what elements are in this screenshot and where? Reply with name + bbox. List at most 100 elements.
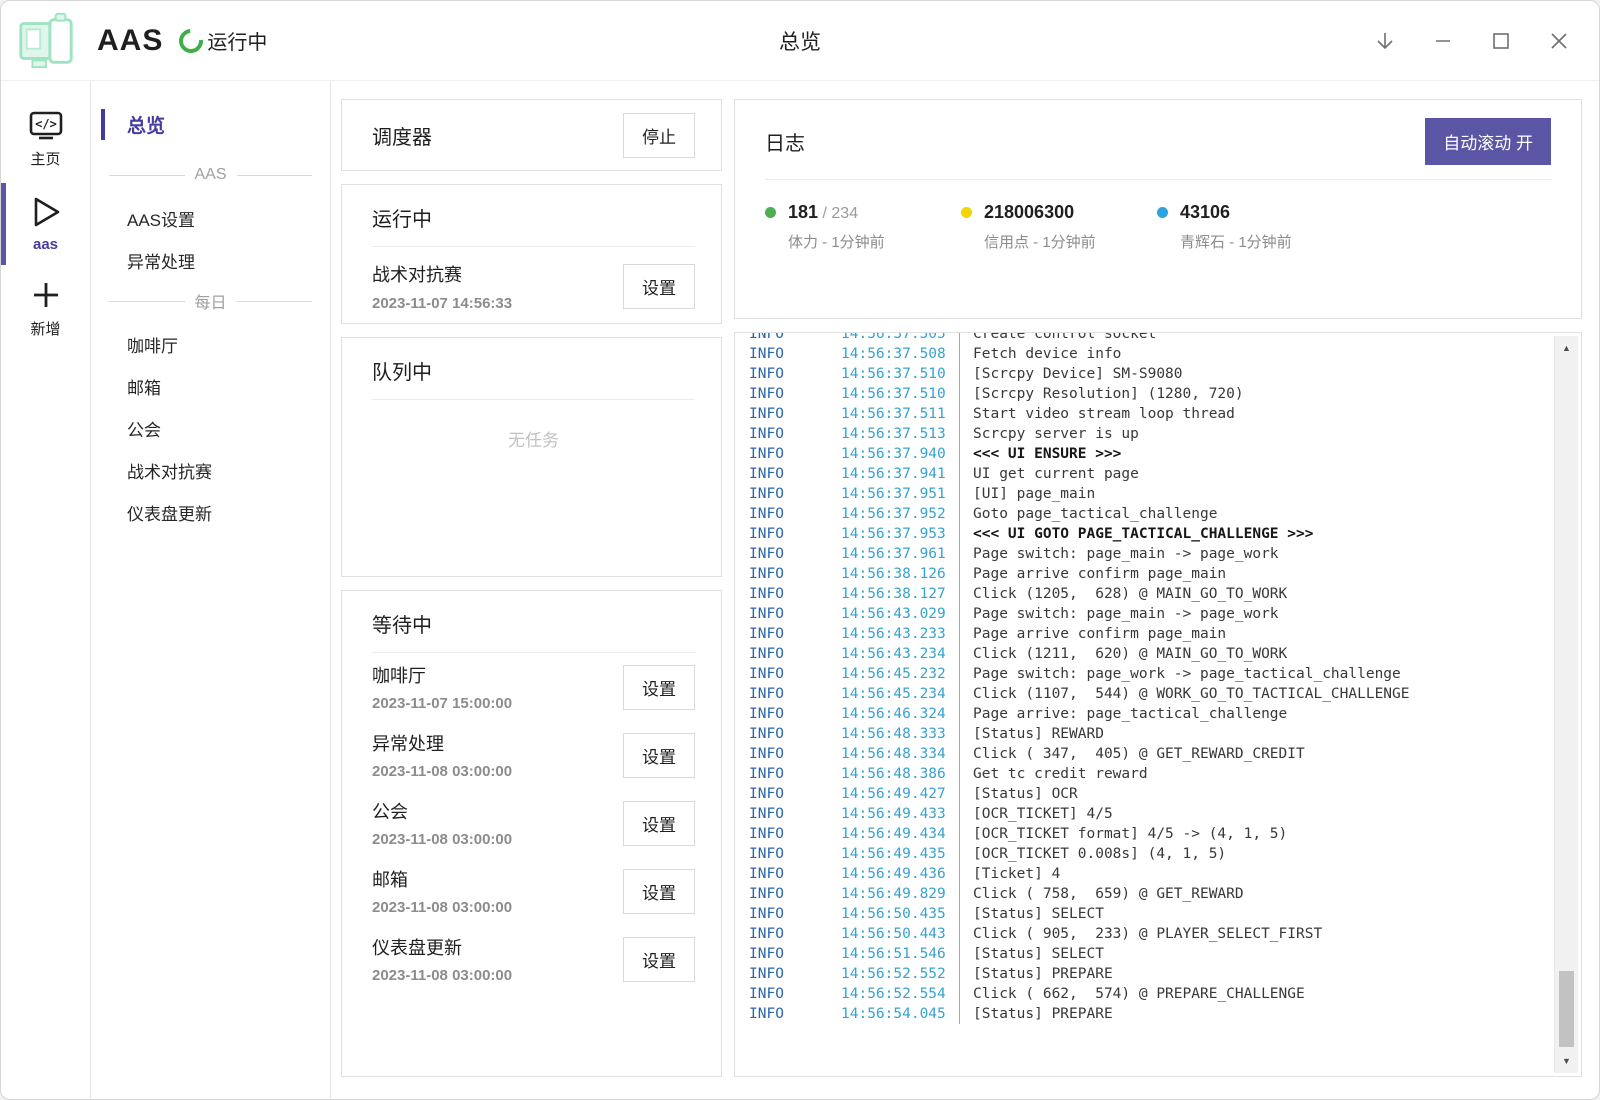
waiting-list: 咖啡厅 2023-11-07 15:00:00 设置 异常处理 2023-11-… [372,653,695,993]
log-level: INFO [749,924,841,944]
scrollbar-up-arrow[interactable]: ▲ [1555,338,1578,358]
log-message: <<< UI GOTO PAGE_TACTICAL_CHALLENGE >>> [959,524,1551,544]
devices-logo-icon [15,10,77,72]
app-window: AAS 运行中 总览 </> [0,0,1600,1100]
log-timestamp: 14:56:37.511 [841,404,959,424]
log-level: INFO [749,404,841,424]
sidebar-item[interactable]: AAS设置 [91,196,330,238]
waiting-task-row: 仪表盘更新 2023-11-08 03:00:00 设置 [372,925,695,993]
rail-item-aas[interactable]: aas [1,187,90,261]
minimize-button[interactable] [1425,23,1461,59]
log-message: Click ( 758, 659) @ GET_REWARD [959,884,1551,904]
log-timestamp: 14:56:43.234 [841,644,959,664]
queue-card: 队列中 无任务 [341,337,722,577]
log-timestamp: 14:56:38.127 [841,584,959,604]
log-timestamp: 14:56:37.508 [841,344,959,364]
log-level: INFO [749,584,841,604]
log-line: INFO 14:56:37.941 UI get current page [735,464,1551,484]
log-timestamp: 14:56:37.951 [841,484,959,504]
task-time: 2023-11-08 03:00:00 [372,763,512,780]
settings-button[interactable]: 设置 [623,665,695,710]
rail-item-label: 新增 [30,318,60,339]
rail-item-add[interactable]: 新增 [1,271,90,347]
log-timestamp: 14:56:52.554 [841,984,959,1004]
settings-button[interactable]: 设置 [623,733,695,778]
scrollbar-thumb[interactable] [1559,971,1574,1047]
log-line: INFO 14:56:50.435 [Status] SELECT [735,904,1551,924]
maximize-button[interactable] [1483,23,1519,59]
settings-button[interactable]: 设置 [623,801,695,846]
sidebar-item[interactable]: 邮箱 [91,364,330,406]
log-column: 日志 自动滚动 开 181 / 234 体力 - 1分钟前 [734,99,1582,1077]
log-line: INFO 14:56:52.552 [Status] PREPARE [735,964,1551,984]
log-scroll-area[interactable]: INFO 14:56:37.505 Create control socket … [735,333,1551,1076]
waiting-task-row: 邮箱 2023-11-08 03:00:00 设置 [372,857,695,925]
log-timestamp: 14:56:49.435 [841,844,959,864]
log-viewer[interactable]: INFO 14:56:37.505 Create control socket … [734,332,1582,1077]
log-level: INFO [749,684,841,704]
log-level: INFO [749,624,841,644]
stat-top: 218006300 [961,202,1157,223]
sidebar-item[interactable]: 异常处理 [91,238,330,280]
task-info: 仪表盘更新 2023-11-08 03:00:00 [372,934,512,984]
log-level: INFO [749,564,841,584]
log-message: Page switch: page_main -> page_work [959,544,1551,564]
log-level: INFO [749,804,841,824]
log-message: [Status] REWARD [959,724,1551,744]
log-message: Click (1107, 544) @ WORK_GO_TO_TACTICAL_… [959,684,1551,704]
log-header: 日志 自动滚动 开 [765,118,1551,180]
divider-line [109,175,185,176]
scheduler-card: 调度器 停止 [341,99,722,171]
waiting-title: 等待中 [372,609,695,653]
settings-button[interactable]: 设置 [623,937,695,982]
minimize-to-tray-button[interactable] [1367,23,1403,59]
stop-button[interactable]: 停止 [623,113,695,158]
section-label: AAS [195,166,227,184]
sidebar-item-overview[interactable]: 总览 [91,105,330,144]
waiting-task-row: 公会 2023-11-08 03:00:00 设置 [372,789,695,857]
close-button[interactable] [1541,23,1577,59]
log-timestamp: 14:56:51.546 [841,944,959,964]
log-level: INFO [749,824,841,844]
log-timestamp: 14:56:37.952 [841,504,959,524]
log-timestamp: 14:56:43.233 [841,624,959,644]
log-timestamp: 14:56:50.435 [841,904,959,924]
stat-value-wrap: 181 / 234 [788,202,858,223]
log-level: INFO [749,724,841,744]
waiting-task-row: 咖啡厅 2023-11-07 15:00:00 设置 [372,653,695,721]
main-content: 调度器 停止 运行中 战术对抗赛 2023-11-07 14:56:33 [331,81,1599,1099]
scrollbar-down-arrow[interactable]: ▼ [1555,1051,1578,1071]
sidebar-item[interactable]: 咖啡厅 [91,322,330,364]
autoscroll-toggle-button[interactable]: 自动滚动 开 [1425,118,1551,165]
log-timestamp: 14:56:37.961 [841,544,959,564]
log-line: INFO 14:56:49.436 [Ticket] 4 [735,864,1551,884]
log-timestamp: 14:56:37.513 [841,424,959,444]
sidebar-item[interactable]: 公会 [91,406,330,448]
log-line: INFO 14:56:49.434 [OCR_TICKET format] 4/… [735,824,1551,844]
log-level: INFO [749,604,841,624]
settings-button[interactable]: 设置 [623,869,695,914]
log-message: [OCR_TICKET] 4/5 [959,804,1551,824]
log-timestamp: 14:56:50.443 [841,924,959,944]
running-title: 运行中 [372,203,695,247]
log-line: INFO 14:56:48.334 Click ( 347, 405) @ GE… [735,744,1551,764]
log-message: [UI] page_main [959,484,1551,504]
log-timestamp: 14:56:48.386 [841,764,959,784]
log-message: Fetch device info [959,344,1551,364]
log-message: Goto page_tactical_challenge [959,504,1551,524]
rail-item-home[interactable]: </> 主页 [1,103,90,177]
log-line: INFO 14:56:37.953 <<< UI GOTO PAGE_TACTI… [735,524,1551,544]
divider-line [237,301,313,302]
log-level: INFO [749,504,841,524]
log-message: Get tc credit reward [959,764,1551,784]
sidebar-item[interactable]: 仪表盘更新 [91,490,330,532]
log-timestamp: 14:56:37.940 [841,444,959,464]
sidebar-item[interactable]: 战术对抗赛 [91,448,330,490]
log-timestamp: 14:56:49.434 [841,824,959,844]
log-message: [Ticket] 4 [959,864,1551,884]
log-scrollbar[interactable]: ▲ ▼ [1554,336,1578,1073]
settings-button[interactable]: 设置 [623,264,695,309]
log-line: INFO 14:56:50.443 Click ( 905, 233) @ PL… [735,924,1551,944]
task-name: 仪表盘更新 [372,934,512,960]
log-level: INFO [749,344,841,364]
